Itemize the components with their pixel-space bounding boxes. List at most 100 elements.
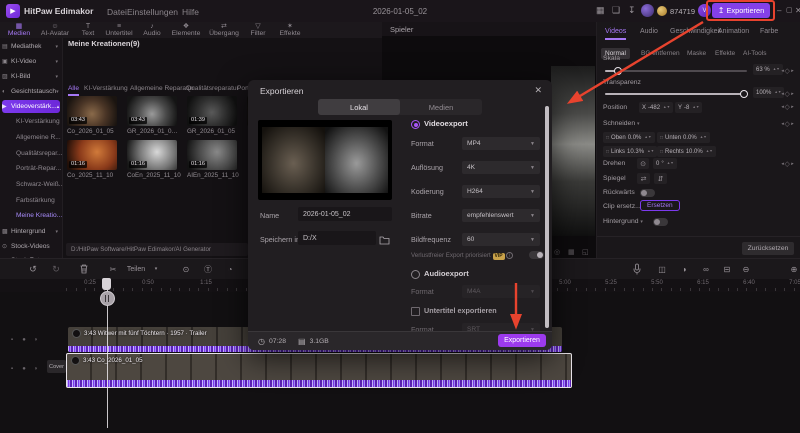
stepper-icon[interactable]: ▲▼ [692,105,699,109]
sidebar-item-12[interactable]: ▩ Hintergrund ▾ [2,225,60,238]
media-thumbnail-2[interactable]: 01:39 [187,96,237,126]
media-thumbnail-8[interactable]: 01:16 [187,140,237,170]
playhead-handle[interactable] [102,278,111,290]
microphone-icon[interactable] [633,259,642,279]
zoom-in-icon[interactable]: ⊕ [791,259,798,279]
dropdown-bitrate[interactable]: empfehlenswert ▼ [462,209,540,222]
nav-item-5[interactable]: ❖ Elemente [172,23,201,38]
save-location-input[interactable]: D:/X [298,231,376,245]
dropdown-kodierung[interactable]: H264 ▼ [462,185,540,198]
close-icon[interactable]: ✕ [795,6,800,15]
flip-vertical-icon[interactable]: ⇵ [654,173,667,184]
timeline-clip-2-selected[interactable]: 3:43 Co_2026_01_05 [66,353,572,388]
media-filter-2[interactable]: Allgemeine Reparatur [130,85,194,92]
stepper-icon[interactable]: ▲▼ [663,105,670,109]
menu-datei[interactable]: Datei [107,7,127,17]
media-thumbnail-1[interactable]: 03:43 [127,96,177,126]
nav-item-1[interactable]: ☺ AI-Avatar [41,23,69,38]
preview-mode-icon[interactable]: ◑ [682,259,687,279]
inspector-tab-2[interactable]: Geschwindigkeit [670,28,721,35]
position-y-field[interactable]: Y -8 ▲▼ [675,102,703,113]
link-clips-icon[interactable]: ∞ [703,259,709,279]
drehen-keyframe-controls[interactable]: ◂ ◇ ▸ [781,160,793,168]
schneiden-keyframe-controls[interactable]: ◂ ◇ ▸ [781,120,793,128]
dialog-tab-medien[interactable]: Medien [400,99,482,115]
schneiden-label[interactable]: Schneiden ▾ [603,120,640,127]
inspector-subtab-2[interactable]: Maske [683,48,710,59]
skala-value[interactable]: 63 % ▲▼ [753,64,783,75]
nav-item-3[interactable]: ≡ Untertitel [105,23,132,38]
inspector-tab-4[interactable]: Farbe [760,28,778,35]
position-x-field[interactable]: X -482 ▲▼ [639,102,674,113]
minimize-icon[interactable]: – [777,6,781,15]
stepper-icon[interactable]: ▲▼ [644,135,651,139]
nav-item-7[interactable]: ▽ Filter [250,23,265,38]
snap-icon[interactable]: ⊟ [724,259,731,279]
media-filter-3[interactable]: Qualitätsreparatur [186,85,239,92]
dialog-close-icon[interactable]: ✕ [534,85,542,96]
zuruecksetzen-button[interactable]: Zurücksetzen [742,242,794,255]
marker-tool-icon[interactable]: ⊙ [183,259,190,279]
stepper-icon[interactable]: ▲▼ [706,149,713,153]
stepper-icon[interactable]: ▲▼ [773,67,780,71]
nav-item-6[interactable]: ⇄ Übergang [209,23,239,38]
inspector-tab-0[interactable]: Videos [605,28,627,40]
rotate-icon[interactable]: ⊙ [637,158,649,169]
inspector-tab-1[interactable]: Audio [640,28,658,35]
sidebar-item-1[interactable]: ▣ KI-Video ▾ [2,55,60,68]
avatar[interactable] [641,4,654,17]
playhead-knob[interactable] [100,291,115,306]
redo-icon[interactable]: ↻ [52,259,60,279]
track2-hide-icon[interactable]: ◗ [34,366,38,372]
rueckwaerts-toggle[interactable] [640,189,655,197]
folder-icon[interactable] [379,232,390,250]
transparenz-value[interactable]: 100% ▲▼ [753,87,785,98]
inspector-subtab-4[interactable]: AI-Tools [739,48,770,59]
chevron-down-icon[interactable]: ▾ [155,259,158,279]
position-keyframe-controls[interactable]: ◂ ◇ ▸ [781,103,793,111]
media-thumbnail-7[interactable]: 01:16 [127,140,177,170]
dropdown-auflösung[interactable]: 4K ▼ [462,161,540,174]
text-tool-icon[interactable]: Ⓣ [204,259,212,279]
dropdown-format[interactable]: MP4 ▼ [462,137,540,150]
sidebar-item-3[interactable]: ◐ Gesichtstausch ▾ [2,85,60,98]
track2-mute-icon[interactable]: ● [22,366,26,372]
media-thumbnail-6[interactable]: 01:16 [67,140,117,170]
skala-slider[interactable] [605,67,747,75]
crop-field-links[interactable]: □ Links 10.3% ▲▼ [603,146,658,157]
crop-field-oben[interactable]: □ Oben 0.0% ▲▼ [603,132,655,143]
nav-item-2[interactable]: T Text [82,23,94,38]
transparenz-keyframe-controls[interactable]: ◂ ◇ ▸ [781,90,793,98]
dialog-scrollbar[interactable] [545,106,549,328]
feedback-icon[interactable]: ❑ [612,5,620,16]
maximize-icon[interactable]: ▢ [786,6,793,14]
sidebar-item-0[interactable]: ▤ Mediathek ▾ [2,40,60,53]
info-icon[interactable]: i [506,252,514,259]
stepper-icon[interactable]: ▲▼ [667,161,674,165]
nav-item-0[interactable]: ▦ Medien [8,23,30,38]
inspector-tab-3[interactable]: Animation [718,28,749,35]
track1-hide-icon[interactable]: ◗ [34,337,38,343]
media-path-bar[interactable]: D:/HitPaw Software/HitPaw Edimakor/AI Ge… [66,243,248,256]
speed-tool-icon[interactable]: ◔ [228,259,233,279]
stepper-icon[interactable]: ▲▼ [647,149,654,153]
dialog-tab-lokal[interactable]: Lokal [318,99,400,115]
media-filter-0[interactable]: Alle [68,85,79,96]
export-confirm-button[interactable]: Exportieren [498,334,546,347]
transparenz-slider[interactable] [605,90,748,98]
sidebar-item-2[interactable]: ▨ KI-Bild ▾ [2,70,60,83]
dropdown-bildfrequenz[interactable]: 60 ▼ [462,233,540,246]
lossless-toggle[interactable] [529,251,544,259]
snapshot-icon[interactable]: ◎ [554,248,560,256]
teilen-button[interactable]: Teilen [127,259,145,279]
stepper-icon[interactable]: ▲▼ [700,135,707,139]
inspector-subtab-3[interactable]: Effekte [711,48,739,59]
vip-icon[interactable]: V [698,4,711,17]
ersetzen-button[interactable]: Ersetzen [640,200,680,211]
menu-hilfe[interactable]: Hilfe [182,7,199,17]
sidebar-item-13[interactable]: ⊙ Stock-Videos [2,240,60,253]
hintergrund-label[interactable]: Hintergrund ▾ [603,218,643,225]
media-thumbnail-0[interactable]: 03:43 [67,96,117,126]
audioexport-radio[interactable] [411,270,420,279]
crop-field-unten[interactable]: □ Unten 0.0% ▲▼ [657,132,710,143]
